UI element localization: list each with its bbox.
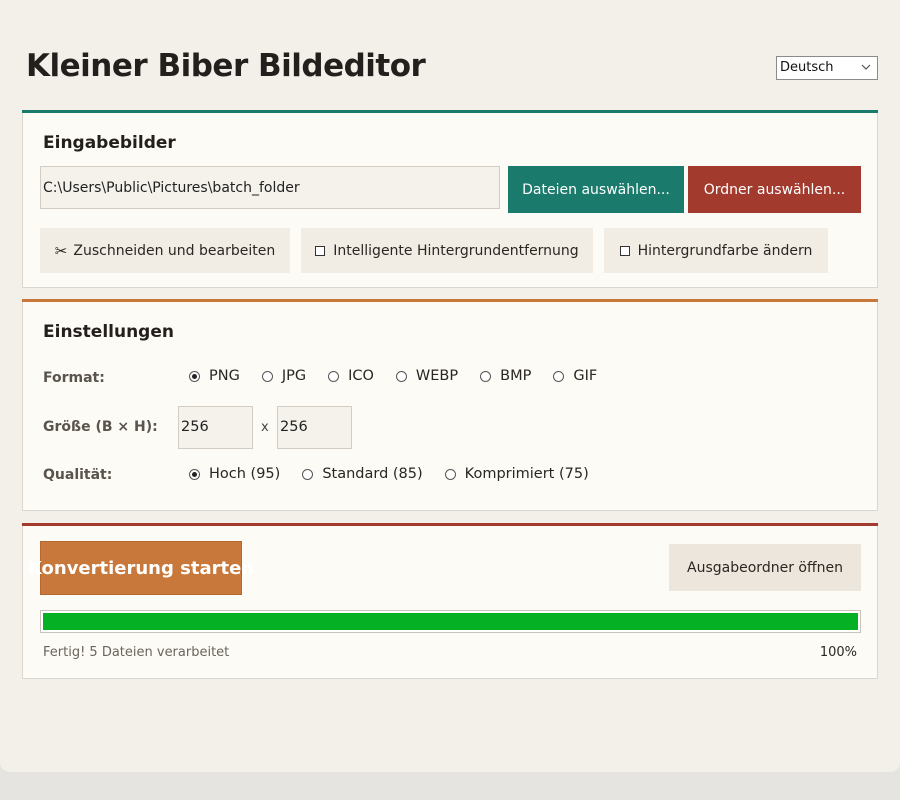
- scissors-icon: ✂: [54, 241, 68, 260]
- format-option-label: BMP: [500, 368, 532, 384]
- input-section-title: Eingabebilder: [43, 133, 176, 153]
- quality-option-label: Komprimiert (75): [464, 466, 589, 482]
- radio-dot: [302, 468, 314, 480]
- app-window: Kleiner Biber Bildeditor Deutsch Eingabe…: [0, 0, 900, 772]
- size-separator: x: [261, 420, 269, 435]
- format-option-label: WEBP: [415, 368, 459, 384]
- format-option-label: PNG: [209, 368, 240, 384]
- bg-removal-button[interactable]: Intelligente Hintergrundentfernung: [301, 228, 593, 273]
- quality-radio-group: Hoch (95) Standard (85) Komprimiert (75): [189, 466, 611, 482]
- quality-option-label: Hoch (95): [209, 466, 281, 482]
- quality-radio-standard[interactable]: Standard (85): [302, 466, 423, 482]
- status-text: Fertig! 5 Dateien verarbeitet: [43, 645, 230, 660]
- radio-dot: [480, 370, 492, 382]
- format-radio-bmp[interactable]: BMP: [480, 368, 531, 384]
- radio-dot: [444, 468, 456, 480]
- radio-dot: [261, 370, 273, 382]
- size-label: Größe (B × H):: [43, 419, 158, 435]
- start-conversion-button[interactable]: Konvertierung starten: [28, 541, 254, 595]
- checkbox-icon: [315, 245, 326, 256]
- settings-section-title: Einstellungen: [43, 322, 174, 342]
- settings-panel-accent-bar: [22, 299, 878, 302]
- radio-dot: [553, 370, 565, 382]
- bg-removal-label: Intelligente Hintergrundentfernung: [333, 242, 579, 259]
- action-panel-accent-bar: [22, 523, 878, 526]
- language-select-value: Deutsch: [780, 60, 834, 75]
- action-panel: Konvertierung starten Ausgabeordner öffn…: [22, 523, 878, 679]
- format-radio-png[interactable]: PNG: [189, 368, 240, 384]
- format-option-label: JPG: [281, 368, 307, 384]
- bg-color-label: Hintergrundfarbe ändern: [637, 242, 813, 259]
- checkbox-icon: [619, 245, 630, 256]
- crop-edit-label: Zuschneiden und bearbeiten: [73, 242, 276, 259]
- radio-dot: [328, 370, 340, 382]
- format-radio-webp[interactable]: WEBP: [395, 368, 459, 384]
- progress-bar-fill: [43, 613, 858, 630]
- input-path-field[interactable]: C:\Users\Public\Pictures\batch_folder: [40, 166, 500, 209]
- progress-percent: 100%: [819, 645, 857, 660]
- quality-radio-high[interactable]: Hoch (95): [189, 466, 280, 482]
- select-folder-button[interactable]: Ordner auswählen...: [688, 166, 861, 213]
- format-label: Format:: [43, 370, 105, 386]
- quality-option-label: Standard (85): [322, 466, 423, 482]
- app-title: Kleiner Biber Bildeditor: [26, 48, 426, 84]
- radio-dot: [189, 370, 200, 382]
- quality-radio-compressed[interactable]: Komprimiert (75): [444, 466, 589, 482]
- format-option-label: ICO: [348, 368, 374, 384]
- quality-label: Qualität:: [43, 467, 113, 483]
- input-panel: Eingabebilder C:\Users\Public\Pictures\b…: [22, 110, 878, 288]
- progress-bar: [40, 610, 861, 633]
- bg-color-button[interactable]: Hintergrundfarbe ändern: [604, 228, 828, 273]
- radio-dot: [395, 370, 407, 382]
- open-output-folder-button[interactable]: Ausgabeordner öffnen: [669, 544, 861, 591]
- height-input[interactable]: 256: [277, 406, 352, 449]
- format-radio-gif[interactable]: GIF: [553, 368, 597, 384]
- select-files-button[interactable]: Dateien auswählen...: [508, 166, 684, 213]
- format-radio-group: PNG JPG ICO WEBP BMP GIF: [189, 368, 619, 384]
- chevron-down-icon: [861, 64, 871, 70]
- format-radio-ico[interactable]: ICO: [328, 368, 374, 384]
- settings-panel: Einstellungen Format: PNG JPG ICO WEBP B…: [22, 299, 878, 511]
- width-input[interactable]: 256: [178, 406, 253, 449]
- language-select[interactable]: Deutsch: [776, 56, 878, 80]
- crop-edit-button[interactable]: ✂ Zuschneiden und bearbeiten: [40, 228, 290, 273]
- input-panel-accent-bar: [22, 110, 878, 113]
- format-radio-jpg[interactable]: JPG: [261, 368, 307, 384]
- radio-dot: [189, 468, 200, 480]
- format-option-label: GIF: [573, 368, 598, 384]
